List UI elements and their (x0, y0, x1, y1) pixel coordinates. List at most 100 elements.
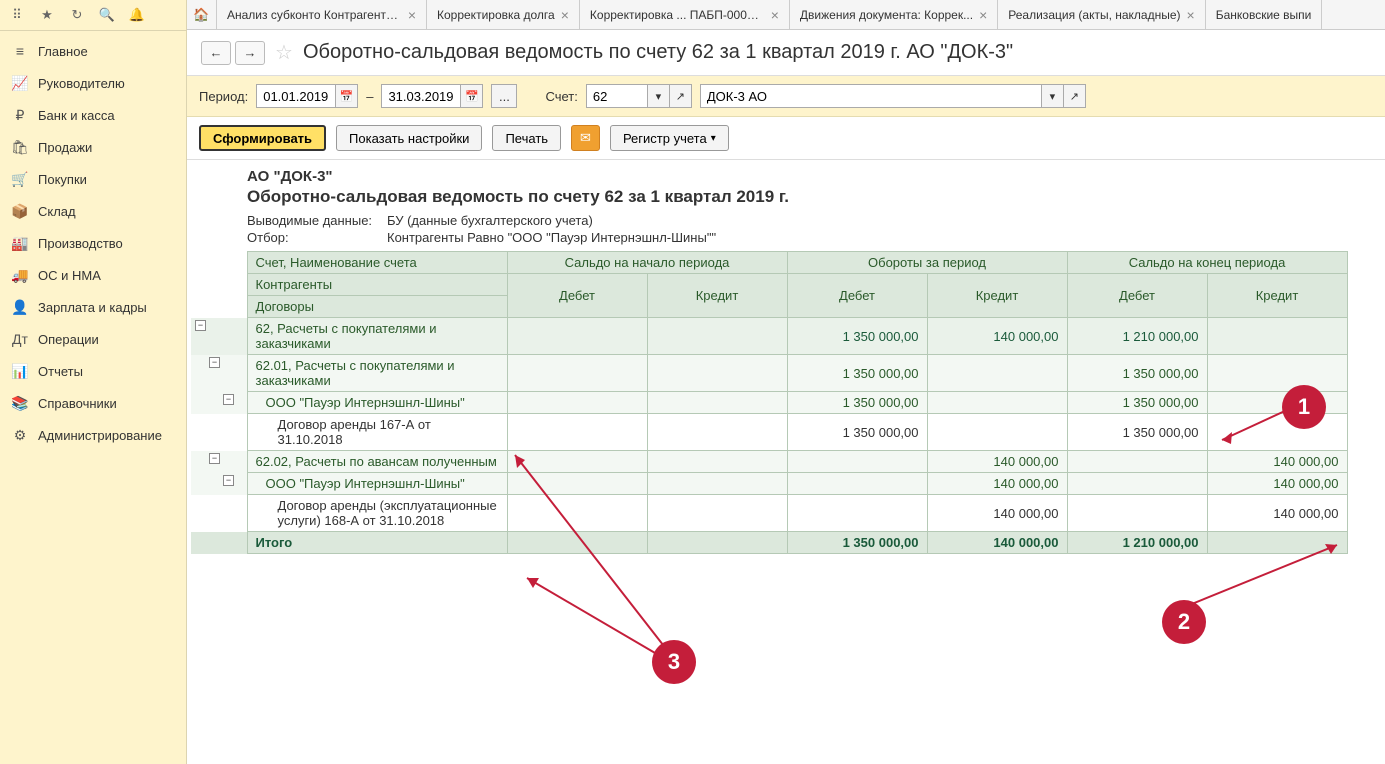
cell (787, 473, 927, 495)
tab-home[interactable]: 🏠 (187, 0, 217, 29)
sidebar-item[interactable]: 📚Справочники (0, 387, 186, 419)
calendar-from-icon[interactable]: 📅 (335, 85, 357, 107)
collapse-icon[interactable]: − (223, 475, 234, 486)
collapse-icon[interactable]: − (209, 357, 220, 368)
org-input[interactable] (701, 85, 1041, 107)
favorite-icon[interactable]: ☆ (275, 40, 293, 65)
cell (1207, 392, 1347, 414)
back-button[interactable]: ← (201, 41, 231, 65)
meta1-label: Выводимые данные: (247, 213, 387, 228)
table-row[interactable]: − 62, Расчеты с покупателями и заказчика… (191, 318, 1347, 355)
sidebar-icon: 📚 (12, 395, 28, 411)
sidebar-item[interactable]: 🛍Продажи (0, 131, 186, 163)
sidebar-item[interactable]: 🚚ОС и НМА (0, 259, 186, 291)
cell (647, 473, 787, 495)
cell: 140 000,00 (927, 318, 1067, 355)
period-label: Период: (199, 89, 248, 104)
cell: 1 350 000,00 (787, 392, 927, 414)
sidebar-icon: 🛒 (12, 171, 28, 187)
row-name: Договор аренды (эксплуатационные услуги)… (247, 495, 507, 532)
collapse-icon[interactable]: − (195, 320, 206, 331)
table-row[interactable]: − ООО "Пауэр Интернэшнл-Шины" 140 000,00… (191, 473, 1347, 495)
cell (927, 355, 1067, 392)
calendar-to-icon[interactable]: 📅 (460, 85, 482, 107)
register-button[interactable]: Регистр учета▾ (610, 125, 729, 151)
tab[interactable]: Корректировка ... ПАБП-000001× (580, 0, 790, 29)
sidebar-item[interactable]: 🛒Покупки (0, 163, 186, 195)
star-icon[interactable]: ★ (38, 6, 56, 24)
sidebar-item[interactable]: 📈Руководителю (0, 67, 186, 99)
sidebar-icon: 📈 (12, 75, 28, 91)
th-debit1: Дебет (507, 274, 647, 318)
tab-title: Банковские выпи (1216, 8, 1312, 22)
sidebar-icon: ₽ (12, 107, 28, 123)
close-icon[interactable]: × (1187, 7, 1195, 23)
tab[interactable]: Движения документа: Коррек...× (790, 0, 998, 29)
bell-icon[interactable]: 🔔 (128, 6, 146, 24)
period-from-input[interactable] (257, 85, 335, 107)
sidebar-item-label: Склад (38, 204, 76, 219)
period-select-button[interactable]: ... (491, 84, 517, 108)
title-bar: ← → ☆ Оборотно-сальдовая ведомость по сч… (187, 30, 1385, 76)
close-icon[interactable]: × (561, 7, 569, 23)
search-icon[interactable]: 🔍 (98, 6, 116, 24)
forward-button[interactable]: → (235, 41, 265, 65)
history-icon[interactable]: ↻ (68, 6, 86, 24)
collapse-icon[interactable]: − (209, 453, 220, 464)
sidebar-item-label: Главное (38, 44, 88, 59)
table-row[interactable]: − 62.02, Расчеты по авансам полученным 1… (191, 451, 1347, 473)
generate-button[interactable]: Сформировать (199, 125, 326, 151)
period-to-input[interactable] (382, 85, 460, 107)
apps-icon[interactable]: ⠿ (8, 6, 26, 24)
sidebar-item[interactable]: ДтОперации (0, 323, 186, 355)
page-title: Оборотно-сальдовая ведомость по счету 62… (303, 41, 1013, 64)
cell: 140 000,00 (1207, 451, 1347, 473)
table-row[interactable]: − 62.01, Расчеты с покупателями и заказч… (191, 355, 1347, 392)
sidebar-item-label: Продажи (38, 140, 92, 155)
sidebar-icon: ⚙ (12, 427, 28, 443)
cell (1067, 473, 1207, 495)
email-button[interactable]: ✉ (571, 125, 600, 151)
sidebar-item[interactable]: 📊Отчеты (0, 355, 186, 387)
cell (507, 495, 647, 532)
table-row[interactable]: − ООО "Пауэр Интернэшнл-Шины" 1 350 000,… (191, 392, 1347, 414)
account-dropdown-icon[interactable]: ▾ (647, 85, 669, 107)
cell: 1 350 000,00 (787, 355, 927, 392)
close-icon[interactable]: × (408, 7, 416, 23)
table-row[interactable]: Договор аренды (эксплуатационные услуги)… (191, 495, 1347, 532)
tab[interactable]: Банковские выпи (1206, 0, 1323, 29)
row-name: ООО "Пауэр Интернэшнл-Шины" (247, 473, 507, 495)
table-row[interactable]: Договор аренды 167-А от 31.10.2018 1 350… (191, 414, 1347, 451)
cell (1207, 414, 1347, 451)
sidebar-item-label: Операции (38, 332, 99, 347)
org-dropdown-icon[interactable]: ▾ (1041, 85, 1063, 107)
tab[interactable]: Корректировка долга× (427, 0, 580, 29)
sidebar-item[interactable]: ⚙Администрирование (0, 419, 186, 451)
tab[interactable]: Реализация (акты, накладные) × (998, 0, 1205, 29)
close-icon[interactable]: × (979, 7, 987, 23)
account-open-icon[interactable]: ↗ (669, 85, 691, 107)
cell: 1 350 000,00 (787, 318, 927, 355)
cell (1207, 355, 1347, 392)
collapse-icon[interactable]: − (223, 394, 234, 405)
settings-button[interactable]: Показать настройки (336, 125, 482, 151)
cell (507, 318, 647, 355)
tab-title: Реализация (акты, накладные) (1008, 8, 1180, 22)
sidebar-item[interactable]: 🏭Производство (0, 227, 186, 259)
th-account: Счет, Наименование счета (247, 252, 507, 274)
sidebar-item[interactable]: 📦Склад (0, 195, 186, 227)
sidebar-item[interactable]: ≡Главное (0, 35, 186, 67)
sidebar-item[interactable]: 👤Зарплата и кадры (0, 291, 186, 323)
cell: 140 000,00 (927, 473, 1067, 495)
report-title: Оборотно-сальдовая ведомость по счету 62… (247, 187, 1385, 207)
total-row: Итого 1 350 000,00140 000,00 1 210 000,0… (191, 532, 1347, 554)
cell: 140 000,00 (927, 451, 1067, 473)
print-button[interactable]: Печать (492, 125, 561, 151)
sidebar-item[interactable]: ₽Банк и касса (0, 99, 186, 131)
org-open-icon[interactable]: ↗ (1063, 85, 1085, 107)
account-input[interactable] (587, 85, 647, 107)
cell (507, 451, 647, 473)
tab[interactable]: Анализ субконто Контрагенты...× (217, 0, 427, 29)
close-icon[interactable]: × (771, 7, 779, 23)
cell (787, 451, 927, 473)
